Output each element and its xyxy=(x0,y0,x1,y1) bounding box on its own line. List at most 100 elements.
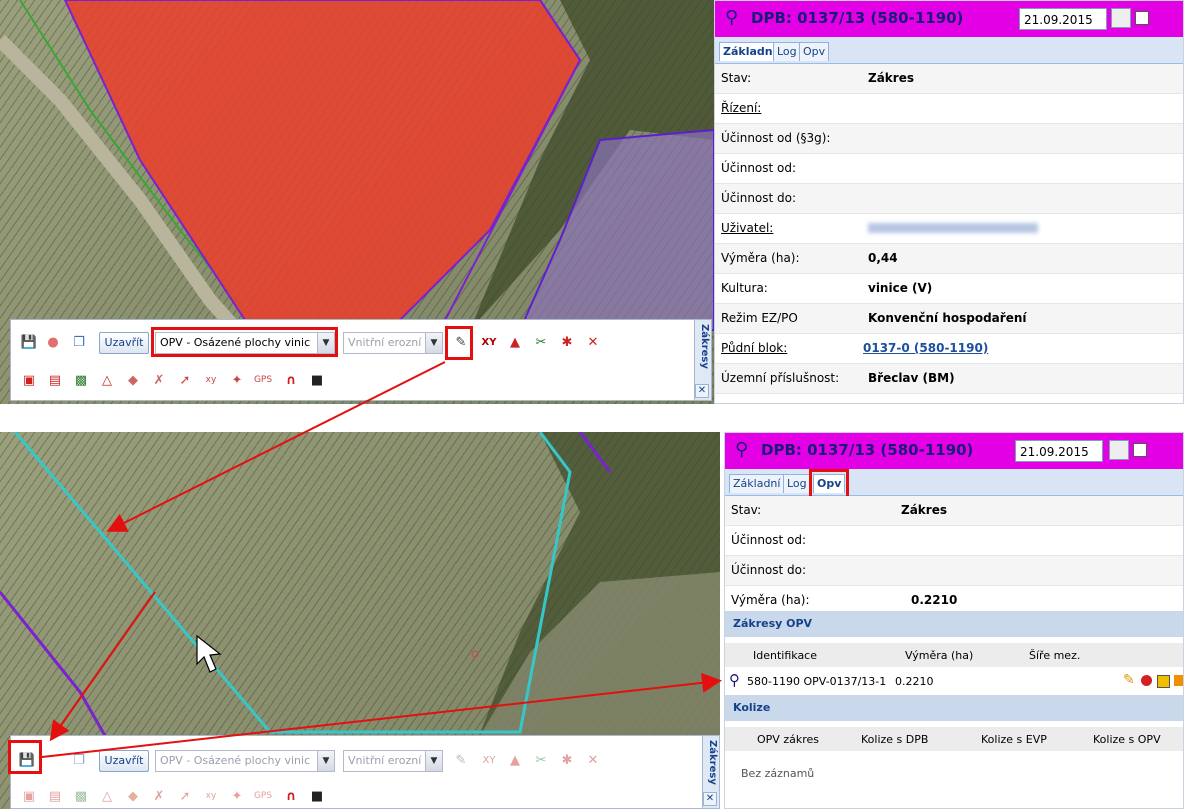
row-value: 0,44 xyxy=(868,251,898,265)
parcel-info-panel: ⚲ DPB: 0137/13 (580-1190) 21.09.2015 Zák… xyxy=(714,0,1184,404)
search-icon[interactable]: ⚲ xyxy=(725,7,738,28)
kolize-columns: OPV zákres Kolize s DPB Kolize s EVP Kol… xyxy=(725,727,1183,751)
row-label[interactable]: Uživatel: xyxy=(721,221,773,235)
gps-icon[interactable]: GPS xyxy=(253,786,273,806)
col-vymera[interactable]: Výměra (ha) xyxy=(905,649,973,662)
zakresy-row[interactable]: ⚲ 580-1190 OPV-0137/13-1 0.2210 ✎ xyxy=(725,669,1183,693)
no-polygon-icon[interactable]: ✗ xyxy=(149,370,169,390)
checkbox[interactable] xyxy=(1135,11,1149,25)
tab-log[interactable]: Log xyxy=(783,474,811,493)
arrow-tool-icon[interactable]: ➚ xyxy=(175,370,195,390)
xy-point-icon[interactable]: xy xyxy=(201,786,221,806)
layer-icon-3[interactable]: ▩ xyxy=(71,786,91,806)
video-icon[interactable]: ■ xyxy=(307,370,327,390)
opv-info-panel: ⚲ DPB: 0137/13 (580-1190) 21.09.2015 Zák… xyxy=(724,432,1184,809)
row-label: Výměra (ha): xyxy=(721,251,800,265)
row-label: Účinnost od (§3g): xyxy=(721,131,831,145)
xy-point-icon[interactable]: xy xyxy=(201,370,221,390)
col-kolize-dpb[interactable]: Kolize s DPB xyxy=(861,733,928,746)
scissors-icon[interactable]: ✂ xyxy=(531,750,551,770)
magnet-icon[interactable]: ∩ xyxy=(281,786,301,806)
date-field[interactable]: 21.09.2015 xyxy=(1015,440,1103,462)
erosion-select[interactable]: Vnitřní erozní poze ▼ xyxy=(343,750,443,772)
search-icon[interactable]: ⚲ xyxy=(735,439,748,460)
col-identifikace[interactable]: Identifikace xyxy=(753,649,817,662)
polygon-red-icon[interactable]: ▲ xyxy=(505,750,525,770)
close-button[interactable]: Uzavřít xyxy=(99,750,149,772)
tab-log[interactable]: Log xyxy=(773,42,801,61)
erosion-select[interactable]: Vnitřní erozní poze ▼ xyxy=(343,332,443,354)
triangle-icon[interactable]: △ xyxy=(97,370,117,390)
calendar-icon[interactable] xyxy=(1109,440,1129,460)
cancel-icon[interactable]: ✕ xyxy=(583,750,603,770)
checkbox[interactable] xyxy=(1133,443,1147,457)
node-icon[interactable]: ✦ xyxy=(227,786,247,806)
delete-icon[interactable]: ● xyxy=(43,332,63,352)
layer-icon-2[interactable]: ▤ xyxy=(45,786,65,806)
close-icon[interactable]: ✕ xyxy=(703,792,717,806)
date-field[interactable]: 21.09.2015 xyxy=(1019,8,1107,30)
draw-pen-icon[interactable]: ✎ xyxy=(451,750,471,770)
edit-icon[interactable]: ✎ xyxy=(1123,672,1135,688)
triangle-icon[interactable]: △ xyxy=(97,786,117,806)
layer-select[interactable]: OPV - Osázené plochy vinic ▼ xyxy=(155,750,335,772)
row-label[interactable]: Půdní blok: xyxy=(721,341,787,355)
panel-title: DPB: 0137/13 (580-1190) xyxy=(751,9,964,27)
tab-zakladni[interactable]: Základní xyxy=(719,42,781,61)
gps-icon[interactable]: GPS xyxy=(253,370,273,390)
split-icon[interactable]: ✱ xyxy=(557,332,577,352)
row-label: Stav: xyxy=(731,503,762,517)
blurred-user-value xyxy=(868,223,1038,233)
layer-icon[interactable] xyxy=(1174,675,1183,686)
row-uzemni: Územní příslušnost: Břeclav (BM) xyxy=(715,364,1183,394)
xy-tool-icon[interactable]: XY xyxy=(479,750,499,770)
close-icon[interactable]: ✕ xyxy=(695,384,709,398)
layer-icon-1[interactable]: ▣ xyxy=(19,370,39,390)
toolbar-side: Zákresy ✕ xyxy=(694,320,711,400)
layer-select-value: OPV - Osázené plochy vinic xyxy=(160,754,311,767)
remove-icon[interactable] xyxy=(1141,675,1152,686)
mouse-cursor-icon xyxy=(196,634,222,673)
highlight-opv-tab xyxy=(809,469,849,499)
opv-line-left xyxy=(13,432,272,733)
row-label: Výměra (ha): xyxy=(731,593,810,607)
col-kolize-opv[interactable]: Kolize s OPV xyxy=(1093,733,1161,746)
polygon-red-icon[interactable]: ▲ xyxy=(505,332,525,352)
zoom-icon[interactable]: ⚲ xyxy=(729,671,740,689)
pudni-blok-link[interactable]: 0137-0 (580-1190) xyxy=(863,341,988,355)
col-opv-zakres[interactable]: OPV zákres xyxy=(757,733,819,746)
kolize-section-header: Kolize xyxy=(725,695,1183,721)
video-icon[interactable]: ■ xyxy=(307,786,327,806)
magnet-icon[interactable]: ∩ xyxy=(281,370,301,390)
highlight-layer-select xyxy=(151,327,338,357)
close-button[interactable]: Uzavřít xyxy=(99,332,149,354)
scissors-icon[interactable]: ✂ xyxy=(531,332,551,352)
no-polygon-icon[interactable]: ✗ xyxy=(149,786,169,806)
row-vymera: Výměra (ha): 0,44 xyxy=(715,244,1183,274)
calendar-icon[interactable] xyxy=(1111,8,1131,28)
cancel-icon[interactable]: ✕ xyxy=(583,332,603,352)
row-label[interactable]: Řízení: xyxy=(721,101,761,115)
window-icon[interactable]: ❐ xyxy=(69,750,89,770)
node-icon[interactable]: ✦ xyxy=(227,370,247,390)
highlight-pen-tool xyxy=(445,326,473,360)
polygon-icon[interactable]: ◆ xyxy=(123,786,143,806)
layer-icon-1[interactable]: ▣ xyxy=(19,786,39,806)
row-label: Stav: xyxy=(721,71,752,85)
layer-icon-3[interactable]: ▩ xyxy=(71,370,91,390)
tab-opv[interactable]: Opv xyxy=(799,42,830,61)
polygon-icon[interactable]: ◆ xyxy=(123,370,143,390)
arrow-tool-icon[interactable]: ➚ xyxy=(175,786,195,806)
row-value: Konvenční hospodaření xyxy=(868,311,1027,325)
save-icon[interactable]: 💾 xyxy=(19,332,39,352)
col-kolize-evp[interactable]: Kolize s EVP xyxy=(981,733,1047,746)
row-kultura: Kultura: vinice (V) xyxy=(715,274,1183,304)
split-icon[interactable]: ✱ xyxy=(557,750,577,770)
col-sire-mez[interactable]: Šíře mez. xyxy=(1029,649,1080,662)
window-icon[interactable]: ❐ xyxy=(69,332,89,352)
layer-icon-2[interactable]: ▤ xyxy=(45,370,65,390)
row-value: Zákres xyxy=(868,71,914,85)
copy-icon[interactable] xyxy=(1157,675,1170,688)
xy-tool-icon[interactable]: XY xyxy=(479,332,499,352)
tab-zakladni[interactable]: Základní xyxy=(729,474,785,493)
